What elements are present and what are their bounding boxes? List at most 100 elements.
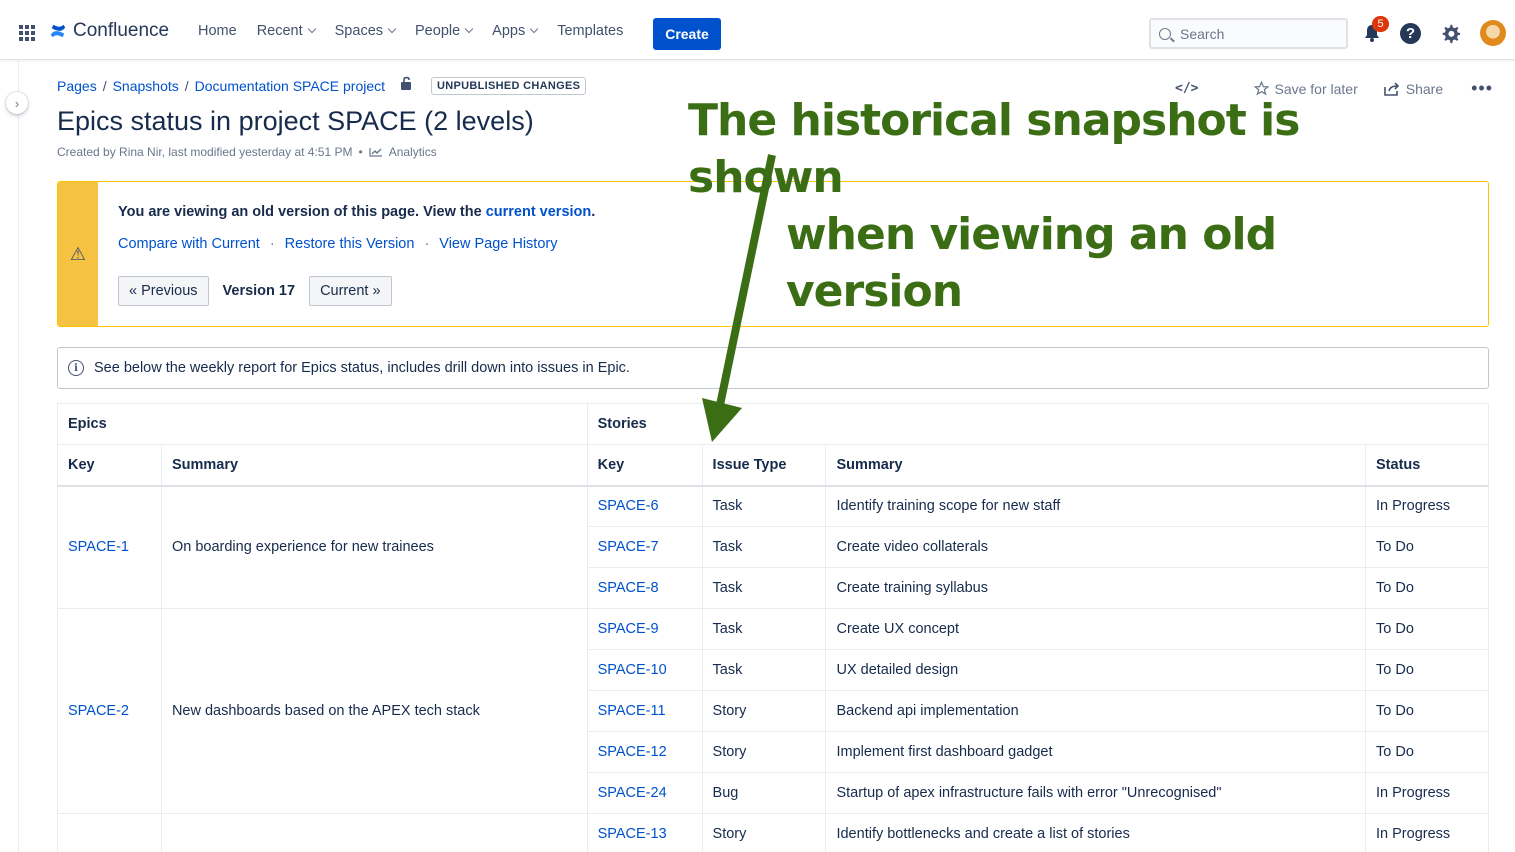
story-key-link[interactable]: SPACE-12 [586,731,703,773]
link-separator: · [424,236,430,252]
sidebar-rail [0,60,19,852]
story-key-link[interactable]: SPACE-10 [586,649,703,691]
issue-type: Story [701,731,827,773]
story-key-link[interactable]: SPACE-8 [586,567,703,609]
byline-text: Created by Rina Nir, last modified yeste… [57,145,353,159]
view-page-history-link[interactable]: View Page History [439,236,557,252]
story-summary: Implement first dashboard gadget [825,731,1367,773]
table-row: SPACE-13 Story Identify bottlenecks and cr… [57,813,1489,852]
info-icon: i [68,360,84,376]
info-text: See below the weekly report for Epics st… [94,360,630,376]
confluence-logo[interactable]: Confluence [49,20,169,42]
user-avatar[interactable] [1480,20,1506,46]
nav-item-people[interactable]: People [415,23,474,39]
story-status: To Do [1365,731,1489,773]
column-header-status: Status [1365,444,1489,487]
issue-type: Task [701,567,827,609]
primary-nav: Home Recent Spaces People Apps Templates [198,23,643,39]
search-placeholder: Search [1180,25,1225,42]
story-summary: Create UX concept [825,608,1367,650]
story-key-link[interactable]: SPACE-6 [586,485,703,527]
nav-item-spaces[interactable]: Spaces [334,23,397,39]
story-key-link[interactable]: SPACE-13 [586,813,703,852]
table-row: SPACE-2 New dashboards based on the APEX … [57,608,1489,814]
story-summary: UX detailed design [825,649,1367,691]
story-summary: Create training syllabus [825,567,1367,609]
current-version-link[interactable]: current version [486,204,592,220]
annotation-line-2: when viewing an old version [786,209,1277,317]
breadcrumb-snapshots[interactable]: Snapshots [113,78,179,94]
byline-separator: • [358,145,363,159]
old-version-message-text: You are viewing an old version of this p… [118,204,486,220]
table-row: SPACE-1 On boarding experience for new tr… [57,485,1489,609]
column-header-issue-type: Issue Type [701,444,827,487]
epic-key-link[interactable] [57,813,162,852]
compare-with-current-link[interactable]: Compare with Current [118,236,260,252]
issue-type: Bug [701,772,827,814]
breadcrumb-pages[interactable]: Pages [57,78,97,94]
column-header-story-key: Key [586,444,703,487]
version-label: Version 17 [222,283,296,299]
restore-version-link[interactable]: Restore this Version [285,236,415,252]
confluence-logo-icon [50,24,66,38]
old-version-message: You are viewing an old version of this p… [118,204,595,220]
story-status: To Do [1365,649,1489,691]
chevron-down-icon [464,24,474,34]
story-key-link[interactable]: SPACE-9 [586,608,703,650]
breadcrumb-separator: / [184,78,189,94]
annotation-arrow [702,154,776,442]
epic-summary: On boarding experience for new trainees [160,485,588,609]
more-actions-icon[interactable]: ••• [1471,78,1493,99]
search-icon [1159,27,1171,40]
nav-item-templates[interactable]: Templates [557,23,623,39]
breadcrumb-separator: / [102,78,107,94]
nav-item-apps[interactable]: Apps [492,23,539,39]
story-key-link[interactable]: SPACE-11 [586,690,703,732]
issue-type: Story [701,690,827,732]
epic-summary [160,813,588,852]
nav-item-label: Templates [557,23,624,39]
app-switcher-icon[interactable] [19,25,35,41]
help-icon[interactable]: ? [1400,23,1421,44]
notification-count-badge: 5 [1372,16,1389,32]
epic-key-link[interactable]: SPACE-1 [57,485,162,609]
story-status: To Do [1365,690,1489,732]
story-summary: Startup of apex infrastructure fails wit… [825,772,1367,814]
table-body: SPACE-1 On boarding experience for new tr… [57,485,1489,852]
story-summary: Create video collaterals [825,526,1367,568]
warning-icon: ⚠ [58,182,98,326]
story-status: To Do [1365,608,1489,650]
nav-item-home[interactable]: Home [198,23,237,39]
analytics-link[interactable]: Analytics [389,145,437,159]
chevron-down-icon [529,24,539,34]
product-name: Confluence [73,20,170,41]
story-key-link[interactable]: SPACE-7 [586,526,703,568]
issue-type: Task [701,608,827,650]
chevron-down-icon [307,24,316,34]
breadcrumb: Pages / Snapshots / Documentation SPACE … [57,76,587,95]
nav-item-recent[interactable]: Recent [257,23,316,39]
story-summary: Identify bottlenecks and create a list o… [825,813,1367,852]
story-key-link[interactable]: SPACE-24 [586,772,703,814]
column-header-epic-key: Key [57,444,162,487]
previous-version-button[interactable]: « Previous [118,276,209,306]
breadcrumb-documentation-space[interactable]: Documentation SPACE project [195,78,385,94]
unpublished-changes-lozenge[interactable]: UNPUBLISHED CHANGES [431,77,587,95]
epic-key-link[interactable]: SPACE-2 [57,608,162,814]
column-header-story-summary: Summary [825,444,1367,487]
issue-type: Story [701,813,827,852]
story-status: To Do [1365,567,1489,609]
nav-item-label: Spaces [334,23,384,39]
story-summary: Identify training scope for new staff [825,485,1367,527]
analytics-icon [369,148,382,157]
expand-sidebar-chevron-icon[interactable]: › [6,92,28,114]
story-status: In Progress [1365,813,1489,852]
unlock-icon[interactable] [401,76,413,90]
nav-item-label: Apps [492,23,526,39]
search-input[interactable]: Search [1149,18,1348,49]
create-button[interactable]: Create [653,18,721,50]
settings-gear-icon[interactable] [1440,23,1461,44]
page-byline: Created by Rina Nir, last modified yeste… [57,145,437,159]
story-status: In Progress [1365,485,1489,527]
current-version-button[interactable]: Current » [309,276,392,306]
